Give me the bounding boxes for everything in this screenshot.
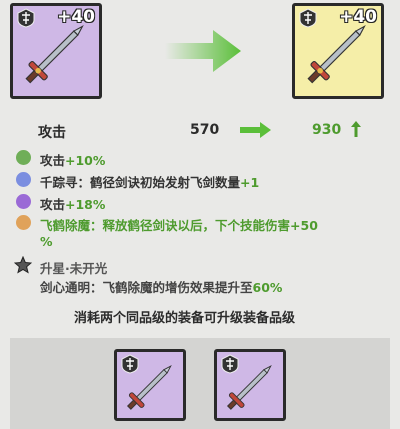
attribute-line: 飞鹤除魔：释放鹤径剑诀以后，下个技能伤害+50 xyxy=(40,218,318,233)
attribute-line: 千踪寻：鹤径剑诀初始发射飞剑数量+1 xyxy=(40,175,260,190)
attribute-line-wrap: % xyxy=(40,234,53,249)
stat-arrow-icon xyxy=(240,122,271,138)
materials-panel xyxy=(10,338,390,429)
attribute-dot xyxy=(16,215,31,230)
stat-label: 攻击 xyxy=(38,125,66,141)
current-item-card[interactable]: +40 xyxy=(10,3,102,99)
attribute-dot xyxy=(16,150,31,165)
attribute-dot xyxy=(16,194,31,209)
material-slot-1[interactable] xyxy=(114,349,186,421)
attribute-line: 攻击+18% xyxy=(40,197,106,212)
stat-current-value: 570 xyxy=(190,122,220,138)
material-slot-2[interactable] xyxy=(214,349,286,421)
sword-icon xyxy=(25,25,84,84)
sword-icon xyxy=(307,25,366,84)
star-icon xyxy=(14,256,32,274)
increase-arrow-icon xyxy=(351,121,361,137)
attribute-dot xyxy=(16,172,31,187)
star-effect-line: 剑心通明：飞鹤除魔的增伤效果提升至60% xyxy=(40,280,283,295)
upgrade-arrow-icon xyxy=(165,30,241,72)
sword-icon xyxy=(226,365,272,410)
upgraded-item-card[interactable]: +40 xyxy=(292,3,384,99)
consume-instruction: 消耗两个同品级的装备可升级装备品级 xyxy=(74,311,296,326)
attribute-line: 攻击+10% xyxy=(40,153,106,168)
star-title: 升星·未开光 xyxy=(40,261,108,276)
stat-new-value: 930 xyxy=(312,122,342,138)
sword-icon xyxy=(126,365,172,410)
